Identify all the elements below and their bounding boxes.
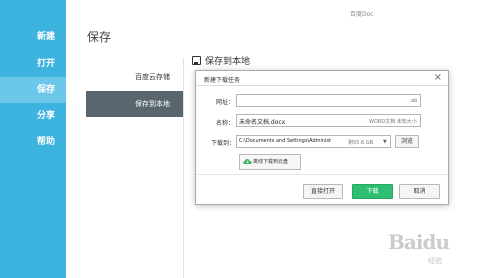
cloud-icon	[243, 159, 252, 164]
close-icon[interactable]: ×	[434, 72, 442, 83]
cancel-button[interactable]: 取消	[399, 184, 440, 199]
subnav-item-label: 保存到本地	[135, 100, 170, 108]
download-to-label: 下载到：	[211, 140, 236, 147]
sidebar-item-open[interactable]: 打开	[0, 51, 66, 77]
save-local-icon	[192, 55, 201, 65]
name-value: 未命名文档.docx	[239, 119, 286, 126]
dialog-divider	[196, 85, 448, 86]
cloud-button-label: 离线下载到云盘	[253, 159, 289, 165]
sidebar: 新建 打开 保存 分享 帮助	[0, 0, 66, 278]
download-button[interactable]: 下载	[352, 184, 393, 199]
subnav-item-save-local[interactable]: 保存到本地	[86, 91, 184, 117]
url-input[interactable]	[236, 94, 421, 107]
watermark-logo: Baidu	[388, 230, 450, 254]
window-title: 百度Doc	[350, 11, 374, 18]
browse-button[interactable]: 浏览	[395, 135, 419, 148]
section-title: 保存到本地	[205, 56, 251, 67]
sidebar-item-new[interactable]: 新建	[0, 24, 66, 50]
section-header: 保存到本地	[192, 52, 250, 68]
offline-download-cloud-button[interactable]: 离线下载到云盘	[239, 154, 301, 170]
watermark-sub: 经验	[428, 257, 442, 265]
footer-divider	[196, 174, 448, 175]
file-meta: WORD文档 未知大小	[369, 119, 417, 125]
sidebar-item-save[interactable]: 保存	[0, 77, 66, 103]
watermark: Baidu 经验	[388, 226, 496, 276]
sidebar-item-help[interactable]: 帮助	[0, 129, 66, 155]
open-directly-button[interactable]: 直接打开	[303, 184, 343, 199]
download-path: C:\Documents and Settings\Administ	[239, 138, 332, 144]
divider	[183, 58, 184, 278]
sidebar-item-label: 帮助	[37, 137, 56, 147]
sidebar-item-share[interactable]: 分享	[0, 103, 66, 129]
subnav-item-label: 百度云存储	[135, 73, 170, 81]
sidebar-item-label: 保存	[37, 85, 56, 95]
subnav-item-cloud-storage[interactable]: 百度云存储	[86, 64, 184, 90]
sidebar-item-label: 打开	[37, 59, 56, 69]
sidebar-item-label: 分享	[37, 111, 56, 121]
download-dialog: 新建下载任务 × 网址： ab 名称： 未命名文档.docx WORD文档 未知…	[195, 70, 449, 205]
chevron-down-icon[interactable]: ▼	[383, 139, 387, 145]
sidebar-item-label: 新建	[37, 32, 56, 42]
free-space: 剩55.6 GB	[348, 140, 374, 146]
url-label: 网址：	[216, 99, 235, 106]
url-hint: ab	[411, 98, 418, 104]
name-label: 名称：	[216, 120, 235, 127]
page-title: 保存	[87, 30, 112, 44]
dialog-title: 新建下载任务	[204, 77, 241, 84]
